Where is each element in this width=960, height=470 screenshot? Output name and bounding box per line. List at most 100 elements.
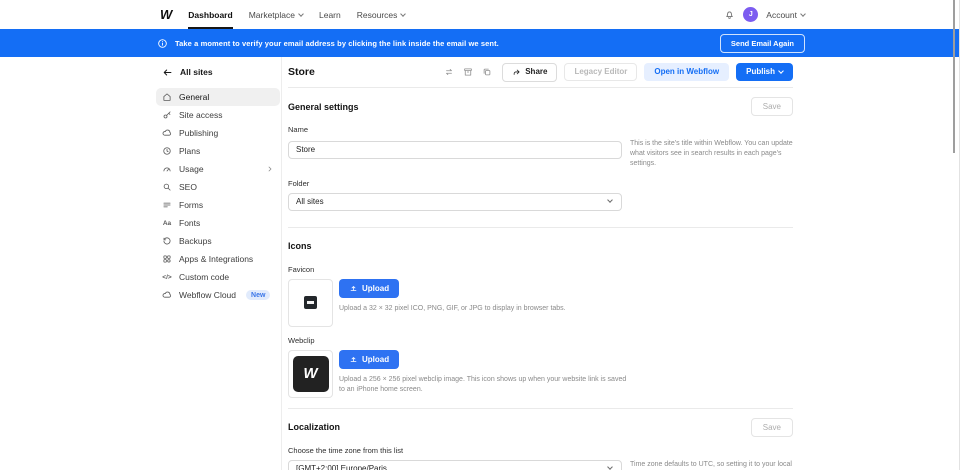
sidebar-item-forms[interactable]: Forms — [156, 196, 280, 214]
timezone-help-text: Time zone defaults to UTC, so setting it… — [630, 460, 793, 470]
plans-icon — [162, 146, 172, 156]
sidebar-item-label: Forms — [179, 200, 203, 210]
publish-button[interactable]: Publish — [736, 63, 793, 81]
open-in-webflow-button[interactable]: Open in Webflow — [644, 63, 729, 81]
chevron-down-icon — [401, 11, 407, 17]
upload-button-label: Upload — [362, 284, 389, 293]
webflow-site-settings-page: W Dashboard Marketplace Learn Resources … — [0, 0, 960, 470]
localization-header: Localization Save — [288, 418, 793, 437]
email-verification-banner: Take a moment to verify your email addre… — [0, 29, 960, 57]
icons-section-header: Icons — [288, 237, 793, 256]
sidebar-item-label: Publishing — [179, 128, 218, 138]
section-title-localization: Localization — [288, 422, 340, 432]
divider — [288, 87, 793, 88]
code-icon: </> — [162, 274, 172, 281]
site-actions: Share Legacy Editor Open in Webflow Publ… — [444, 63, 793, 82]
favicon-upload-button[interactable]: Upload — [339, 279, 399, 298]
favicon-image — [304, 296, 317, 309]
apps-grid-icon — [162, 254, 172, 264]
page-title: Store — [288, 66, 315, 78]
send-email-again-button[interactable]: Send Email Again — [720, 34, 805, 53]
sidebar-item-plans[interactable]: Plans — [156, 142, 280, 160]
info-icon — [157, 38, 168, 49]
scrollbar-thumb[interactable] — [953, 0, 955, 153]
sidebar-item-webflow-cloud[interactable]: Webflow Cloud New — [156, 286, 280, 304]
duplicate-site-icon[interactable] — [482, 67, 492, 77]
nav-tab-marketplace[interactable]: Marketplace — [249, 0, 303, 29]
sidebar-item-general[interactable]: General — [156, 88, 280, 106]
timezone-select-value: [GMT+2:00] Europe/Paris — [296, 464, 387, 470]
sidebar-item-usage[interactable]: Usage — [156, 160, 280, 178]
sidebar-item-apps-integrations[interactable]: Apps & Integrations — [156, 250, 280, 268]
restore-clock-icon — [162, 236, 172, 246]
back-to-all-sites[interactable]: All sites — [162, 59, 280, 85]
timezone-select[interactable]: [GMT+2:00] Europe/Paris — [288, 460, 622, 470]
name-help-text: This is the site's title within Webflow.… — [630, 139, 793, 170]
nav-tab-resources-label: Resources — [357, 10, 398, 20]
divider — [288, 408, 793, 409]
main-content: Store — [288, 57, 793, 470]
sidebar-item-label: Usage — [179, 164, 204, 174]
sidebar-item-backups[interactable]: Backups — [156, 232, 280, 250]
settings-sidebar: All sites General Site access — [156, 57, 280, 304]
back-to-all-sites-label: All sites — [180, 67, 213, 77]
site-header: Store — [288, 60, 793, 84]
sidebar-item-label: Webflow Cloud — [179, 290, 236, 300]
cloud-icon — [162, 290, 172, 300]
general-save-button[interactable]: Save — [751, 97, 793, 116]
share-button[interactable]: Share — [502, 63, 557, 82]
forms-icon — [162, 200, 172, 210]
webclip-image: W — [293, 356, 329, 392]
publish-button-label: Publish — [746, 68, 775, 76]
account-menu[interactable]: Account — [766, 0, 805, 29]
cloud-upload-icon — [162, 128, 172, 138]
sidebar-item-label: Fonts — [179, 218, 200, 228]
sidebar-item-site-access[interactable]: Site access — [156, 106, 280, 124]
sidebar-item-publishing[interactable]: Publishing — [156, 124, 280, 142]
nav-tab-dashboard[interactable]: Dashboard — [188, 0, 232, 29]
sidebar-item-fonts[interactable]: Aa Fonts — [156, 214, 280, 232]
webclip-label: Webclip — [288, 336, 793, 345]
key-icon — [162, 110, 172, 120]
chevron-right-icon — [266, 165, 274, 173]
sidebar-item-label: Site access — [179, 110, 222, 120]
transfer-site-icon[interactable] — [444, 67, 454, 77]
folder-select-value: All sites — [296, 197, 324, 206]
chevron-down-icon — [607, 464, 613, 470]
favicon-upload-row: Upload Upload a 32 × 32 pixel ICO, PNG, … — [288, 279, 793, 327]
folder-select[interactable]: All sites — [288, 193, 622, 211]
general-settings-header: General settings Save — [288, 97, 793, 116]
legacy-editor-button[interactable]: Legacy Editor — [564, 63, 637, 81]
localization-save-button[interactable]: Save — [751, 418, 793, 437]
site-name-input[interactable] — [288, 141, 622, 159]
arrow-left-icon — [162, 67, 173, 78]
section-title-icons: Icons — [288, 241, 312, 251]
sidebar-item-custom-code[interactable]: </> Custom code — [156, 268, 280, 286]
user-avatar[interactable]: J — [743, 7, 758, 22]
webflow-logo[interactable]: W — [160, 7, 171, 22]
upload-icon — [349, 284, 358, 293]
archive-site-icon[interactable] — [463, 67, 473, 77]
new-badge: New — [246, 290, 270, 300]
share-arrow-icon — [512, 68, 521, 77]
chevron-down-icon — [778, 68, 784, 74]
folder-field-label: Folder — [288, 179, 793, 188]
divider — [288, 227, 793, 228]
name-field-label: Name — [288, 125, 793, 134]
nav-tab-learn[interactable]: Learn — [319, 0, 341, 29]
notification-bell-icon[interactable] — [724, 9, 735, 20]
sidebar-item-seo[interactable]: SEO — [156, 178, 280, 196]
name-field-row: This is the site's title within Webflow.… — [288, 139, 793, 170]
webclip-upload-button[interactable]: Upload — [339, 350, 399, 369]
nav-tab-resources[interactable]: Resources — [357, 0, 406, 29]
banner-message: Take a moment to verify your email addre… — [175, 39, 499, 48]
gauge-icon — [162, 164, 172, 174]
chevron-down-icon — [800, 11, 806, 17]
sidebar-item-label: SEO — [179, 182, 197, 192]
sidebar-item-label: General — [179, 92, 209, 102]
timezone-label: Choose the time zone from this list — [288, 446, 793, 455]
favicon-help-text: Upload a 32 × 32 pixel ICO, PNG, GIF, or… — [339, 304, 629, 314]
topnav-right-group: J Account — [724, 0, 805, 29]
webclip-upload-row: W Upload Upload a 256 × 256 pixel webcli… — [288, 350, 793, 398]
site-quick-actions — [444, 67, 492, 77]
